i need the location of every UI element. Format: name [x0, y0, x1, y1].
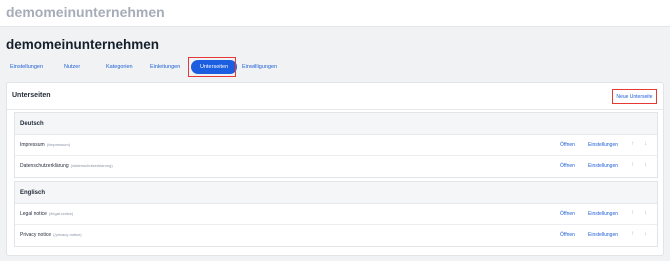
- settings-link[interactable]: Einstellungen: [588, 211, 618, 217]
- language-group-englisch: Englisch Legal notice (/legal-notice) Öff…: [14, 181, 658, 247]
- subpage-name: Legal notice: [20, 211, 47, 217]
- arrow-down-icon[interactable]: ↓: [644, 210, 647, 216]
- tab-kategorien[interactable]: Kategorien: [106, 60, 133, 74]
- arrow-up-icon[interactable]: ↑: [631, 141, 634, 147]
- list-item: Impressum (/impressum) Öffnen Einstellung…: [15, 135, 657, 156]
- divider: [7, 109, 663, 110]
- open-link[interactable]: Öffnen: [560, 163, 575, 169]
- tab-nutzer[interactable]: Nutzer: [64, 60, 80, 74]
- subpage-name: Datenschutzerklärung: [20, 163, 69, 169]
- tab-einleitungen[interactable]: Einleitungen: [150, 60, 180, 74]
- top-bar: demomeinunternehmen: [0, 0, 670, 27]
- group-heading: Englisch: [15, 182, 657, 204]
- arrow-up-icon[interactable]: ↑: [631, 231, 634, 237]
- subpages-card: Unterseiten Neue Unterseite Deutsch Impr…: [6, 82, 664, 256]
- settings-link[interactable]: Einstellungen: [588, 232, 618, 238]
- card-title: Unterseiten: [12, 92, 51, 99]
- open-link[interactable]: Öffnen: [560, 211, 575, 217]
- tab-highlight-frame: [188, 57, 236, 77]
- tab-einstellungen[interactable]: Einstellungen: [10, 60, 43, 74]
- arrow-down-icon[interactable]: ↓: [644, 231, 647, 237]
- brand-name[interactable]: demomeinunternehmen: [6, 4, 165, 20]
- group-heading: Deutsch: [15, 113, 657, 135]
- arrow-down-icon[interactable]: ↓: [644, 141, 647, 147]
- tab-bar: Einstellungen Nutzer Kategorien Einleitu…: [0, 60, 670, 74]
- open-link[interactable]: Öffnen: [560, 142, 575, 148]
- subpage-slug: (/datenschutzerklarung): [70, 163, 113, 168]
- language-group-deutsch: Deutsch Impressum (/impressum) Öffnen Ein…: [14, 112, 658, 178]
- page-title: demomeinunternehmen: [6, 37, 160, 52]
- list-item: Legal notice (/legal-notice) Öffnen Einst…: [15, 204, 657, 225]
- tab-einwilligungen[interactable]: Einwilligungen: [242, 60, 277, 74]
- settings-link[interactable]: Einstellungen: [588, 163, 618, 169]
- list-item: Privacy notice (/privacy-notice) Öffnen E…: [15, 225, 657, 246]
- subpage-name: Impressum: [20, 142, 45, 148]
- subpage-slug: (/privacy-notice): [53, 232, 82, 237]
- new-subpage-button[interactable]: Neue Unterseite: [612, 89, 657, 104]
- list-item: Datenschutzerklärung (/datenschutzerklaru…: [15, 156, 657, 177]
- arrow-down-icon[interactable]: ↓: [644, 162, 647, 168]
- arrow-up-icon[interactable]: ↑: [631, 210, 634, 216]
- arrow-up-icon[interactable]: ↑: [631, 162, 634, 168]
- open-link[interactable]: Öffnen: [560, 232, 575, 238]
- subpage-slug: (/impressum): [46, 142, 71, 147]
- subpage-slug: (/legal-notice): [48, 211, 74, 216]
- settings-link[interactable]: Einstellungen: [588, 142, 618, 148]
- subpage-name: Privacy notice: [20, 232, 52, 238]
